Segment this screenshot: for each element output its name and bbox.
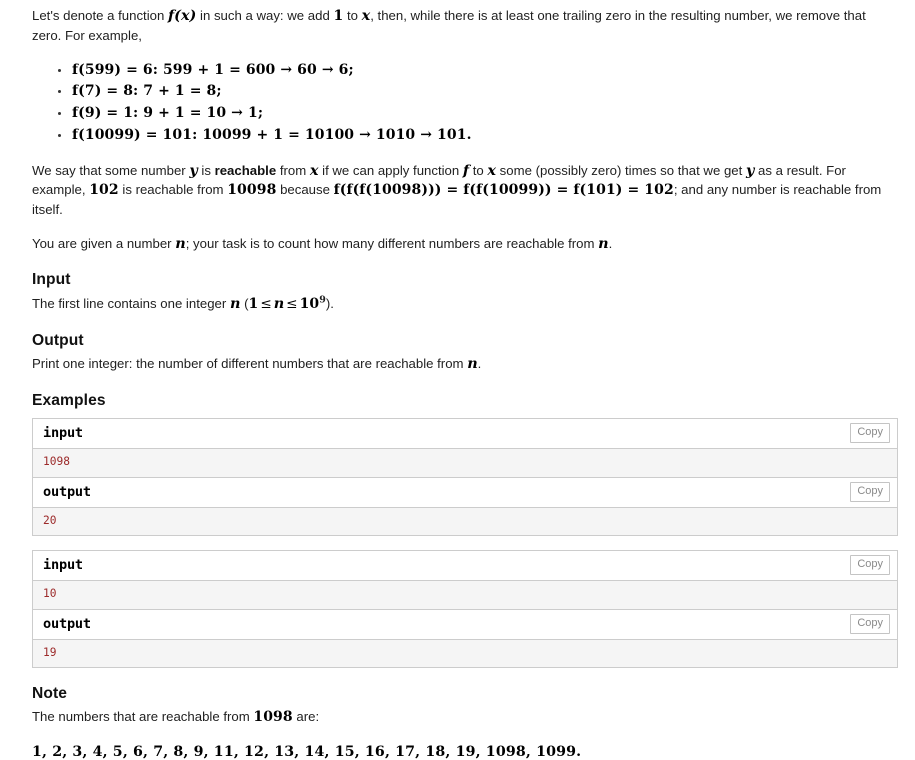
sample-output-label: output bbox=[43, 615, 91, 632]
note-text-2: are: bbox=[292, 708, 320, 724]
output-period: . bbox=[477, 356, 482, 372]
reach-text-6: some (possibly zero) times so that we ge… bbox=[496, 162, 746, 178]
bullet-math-3: f(10099) = 101: 10099 + 1 = 10100 → 1010… bbox=[72, 127, 472, 144]
math-x: x bbox=[361, 7, 371, 24]
copy-output-button[interactable]: Copy bbox=[850, 613, 890, 634]
list-item: f(599) = 6: 599 + 1 = 600 → 60 → 6; bbox=[58, 60, 898, 82]
math-reachability-chain: f(f(f(10098))) = f(f(10099)) = f(101) = … bbox=[333, 182, 674, 199]
sample-output-value[interactable]: 20 bbox=[43, 514, 887, 529]
math-n: n bbox=[229, 294, 241, 312]
list-item: f(10099) = 101: 10099 + 1 = 10100 → 1010… bbox=[58, 125, 898, 147]
math-x-2: x bbox=[487, 161, 497, 179]
math-range-var: n bbox=[273, 294, 285, 312]
reach-text-3: from bbox=[276, 162, 310, 178]
task-paragraph: You are given a number n; your task is t… bbox=[32, 234, 898, 254]
math-n: n bbox=[175, 234, 186, 252]
reach-text-8: is reachable from bbox=[118, 182, 228, 198]
bullet-math-2: f(9) = 1: 9 + 1 = 10 → 1; bbox=[72, 105, 264, 122]
copy-input-button[interactable]: Copy bbox=[850, 555, 890, 576]
intro-text-2: in such a way: we add bbox=[196, 8, 334, 23]
reach-text-5: to bbox=[469, 162, 488, 178]
sample-input-label: input bbox=[43, 425, 83, 442]
sample-input-header: input Copy bbox=[33, 551, 897, 582]
sample-output-body: 20 bbox=[33, 507, 897, 537]
intro-text-1: Let's denote a function bbox=[32, 8, 168, 23]
reachable-keyword: reachable bbox=[214, 162, 277, 178]
sample-output-body: 19 bbox=[33, 639, 897, 669]
sample-test-group: input Copy 1098 output Copy 20 bbox=[32, 418, 898, 537]
copy-input-button[interactable]: Copy bbox=[850, 423, 890, 444]
math-range-high-base: 10 bbox=[299, 295, 320, 312]
math-range-low: 1 bbox=[248, 295, 259, 312]
input-text-3: ). bbox=[325, 295, 334, 311]
math-n: n bbox=[467, 355, 478, 373]
math-10098: 10098 bbox=[227, 182, 277, 199]
reach-text-9: because bbox=[276, 182, 334, 198]
math-one: 1 bbox=[333, 8, 344, 24]
sample-input-body: 10 bbox=[33, 581, 897, 610]
sample-output-header: output Copy bbox=[33, 477, 897, 508]
bullet-math-1: f(7) = 8: 7 + 1 = 8; bbox=[72, 83, 222, 100]
reach-text-4: if we can apply function bbox=[318, 162, 463, 178]
reach-text-1: We say that some number bbox=[32, 162, 190, 178]
math-le-1: ≤ bbox=[260, 295, 272, 312]
intro-paragraph: Let's denote a function f(x) in such a w… bbox=[32, 6, 898, 46]
example-bullet-list: f(599) = 6: 599 + 1 = 600 → 60 → 6; f(7)… bbox=[32, 60, 898, 147]
task-text-3: . bbox=[608, 235, 613, 251]
note-reachable-numbers: 1, 2, 3, 4, 5, 6, 7, 8, 9, 11, 12, 13, 1… bbox=[32, 743, 582, 760]
note-description: The numbers that are reachable from 1098… bbox=[32, 708, 898, 728]
math-y: y bbox=[189, 161, 198, 179]
intro-text-3: to bbox=[343, 8, 362, 23]
math-le-2: ≤ bbox=[286, 295, 298, 312]
input-heading: Input bbox=[32, 271, 71, 289]
sample-input-label: input bbox=[43, 557, 83, 574]
note-text-1: The numbers that are reachable from bbox=[32, 708, 254, 724]
output-description: Print one integer: the number of differe… bbox=[32, 354, 898, 374]
sample-output-value[interactable]: 19 bbox=[43, 646, 887, 661]
output-heading: Output bbox=[32, 331, 84, 349]
sample-test-group: input Copy 10 output Copy 19 bbox=[32, 550, 898, 669]
sample-input-body: 1098 bbox=[33, 449, 897, 478]
math-f-of-x: f(x) bbox=[167, 7, 197, 24]
problem-statement: Let's denote a function f(x) in such a w… bbox=[0, 0, 915, 760]
reach-text-2: is bbox=[197, 162, 215, 178]
bullet-math-0: f(599) = 6: 599 + 1 = 600 → 60 → 6; bbox=[72, 61, 354, 78]
list-item: f(7) = 8: 7 + 1 = 8; bbox=[58, 81, 898, 103]
note-heading: Note bbox=[32, 685, 68, 703]
sample-input-value[interactable]: 1098 bbox=[43, 455, 887, 470]
math-1098: 1098 bbox=[253, 708, 293, 725]
list-item: f(9) = 1: 9 + 1 = 10 → 1; bbox=[58, 103, 898, 125]
sample-input-value[interactable]: 10 bbox=[43, 587, 887, 602]
copy-output-button[interactable]: Copy bbox=[850, 481, 890, 502]
examples-heading: Examples bbox=[32, 391, 106, 409]
sample-input-header: input Copy bbox=[33, 419, 897, 450]
math-n-2: n bbox=[598, 234, 609, 252]
math-range-high-exponent: 9 bbox=[319, 294, 326, 306]
output-text: Print one integer: the number of differe… bbox=[32, 356, 468, 372]
input-text-1: The first line contains one integer bbox=[32, 295, 230, 311]
task-text-2: ; your task is to count how many differe… bbox=[185, 235, 599, 251]
input-description: The first line contains one integer n (1… bbox=[32, 294, 898, 315]
reachable-definition-paragraph: We say that some number y is reachable f… bbox=[32, 161, 898, 220]
task-text-1: You are given a number bbox=[32, 235, 176, 251]
sample-output-header: output Copy bbox=[33, 609, 897, 640]
math-102: 102 bbox=[89, 182, 119, 199]
sample-output-label: output bbox=[43, 483, 91, 500]
